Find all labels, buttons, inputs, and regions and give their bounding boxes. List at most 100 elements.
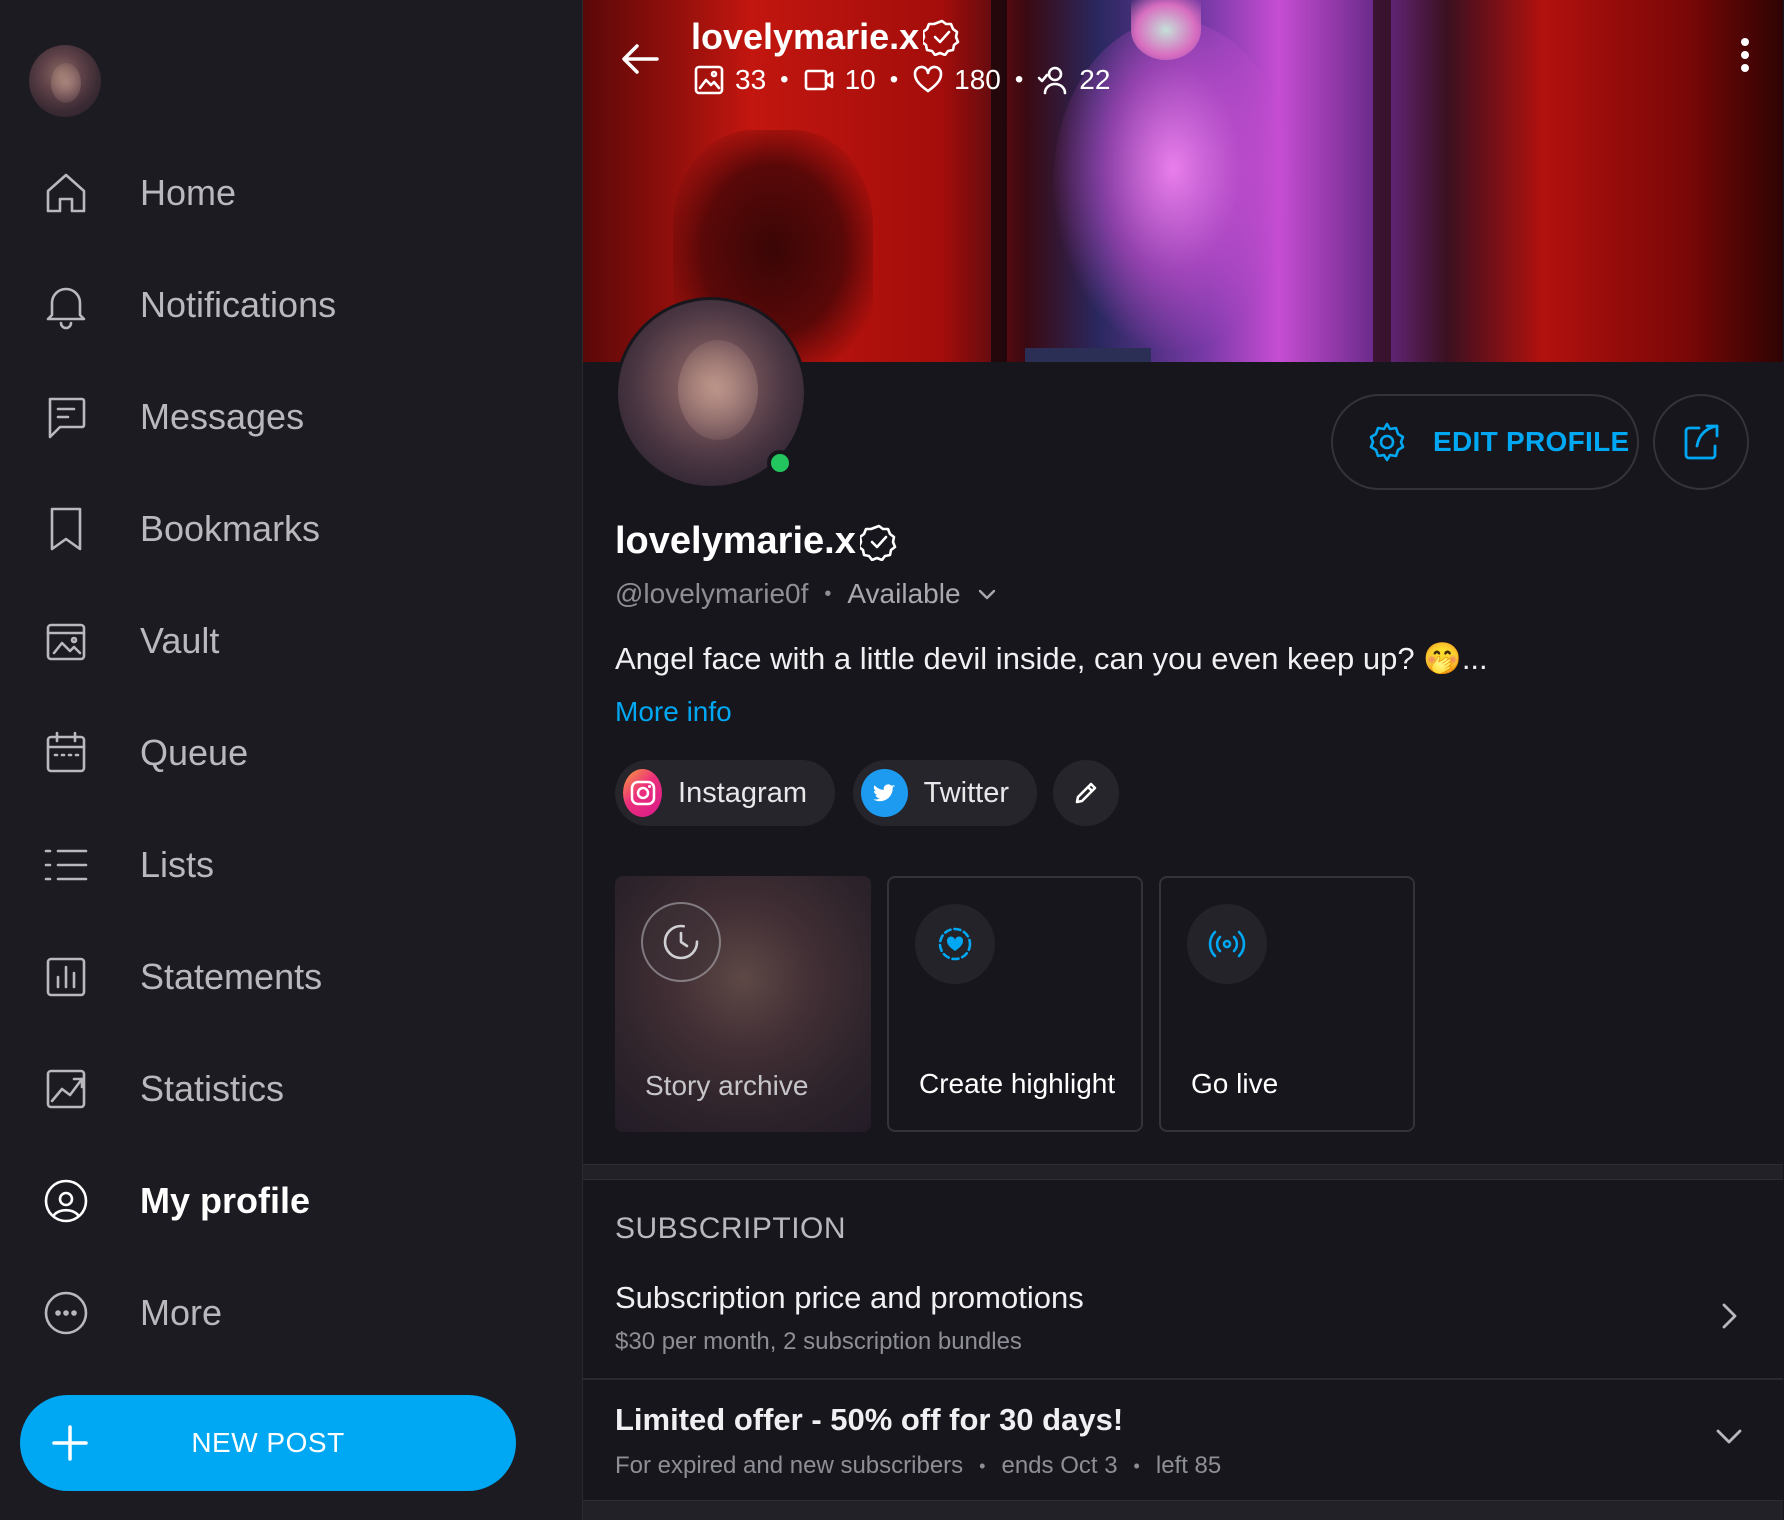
kebab-menu-icon[interactable]: [1737, 38, 1753, 78]
header-stats: 33 • 10 • 180 • 22: [693, 64, 1110, 96]
twitter-link[interactable]: Twitter: [853, 760, 1037, 826]
instagram-label: Instagram: [678, 776, 807, 809]
sidebar-item-label: Messages: [140, 396, 305, 437]
chevron-down-icon: [978, 589, 995, 600]
video-icon: [804, 69, 833, 91]
sidebar-avatar[interactable]: [29, 45, 101, 117]
sidebar-item-label: Home: [140, 172, 237, 213]
new-post-label: NEW POST: [191, 1427, 345, 1458]
section-divider: [583, 1164, 1783, 1180]
sidebar-item-label: Notifications: [140, 284, 337, 325]
sidebar-item-vault[interactable]: Vault: [0, 585, 582, 697]
calendar-icon: [40, 727, 92, 779]
sidebar-item-statistics[interactable]: Statistics: [0, 1033, 582, 1145]
verified-icon: [920, 18, 961, 57]
profile-bio: Angel face with a little devil inside, c…: [615, 641, 1488, 676]
likes-count: 180: [954, 64, 1001, 95]
profile-main: lovelymarie.x 33 • 10 • 180 • 22 EDIT PR…: [582, 0, 1784, 1520]
gear-icon: [1369, 422, 1405, 462]
profile-icon: [40, 1175, 92, 1227]
offer-remaining: left 85: [1155, 1452, 1222, 1479]
sidebar-item-label: My profile: [140, 1180, 311, 1221]
cover-image[interactable]: lovelymarie.x 33 • 10 • 180 • 22: [583, 0, 1783, 362]
offer-end-date: ends Oct 3: [1001, 1452, 1118, 1479]
sidebar-item-more[interactable]: More: [0, 1257, 582, 1369]
profile-meta: @lovelymarie0f • Available: [615, 578, 999, 610]
videos-stat: 10: [803, 64, 876, 96]
story-archive-card[interactable]: Story archive: [615, 876, 871, 1132]
subscription-price-row[interactable]: Subscription price and promotions $30 pe…: [583, 1270, 1783, 1378]
twitter-label: Twitter: [923, 776, 1009, 809]
fans-icon: [1037, 66, 1067, 95]
online-indicator: [767, 450, 793, 476]
share-icon: [1684, 424, 1719, 460]
list-icon: [40, 839, 92, 891]
bell-icon: [40, 279, 92, 331]
chevron-right-icon: [1713, 1300, 1745, 1332]
profile-handle: @lovelymarie0f: [615, 578, 809, 609]
pencil-icon: [1075, 782, 1097, 804]
sidebar-item-label: Statements: [140, 956, 323, 997]
sidebar-item-queue[interactable]: Queue: [0, 697, 582, 809]
section-divider: [583, 1500, 1783, 1520]
status-label: Available: [847, 578, 961, 609]
go-live-label: Go live: [1191, 1068, 1279, 1099]
profile-name: lovelymarie.x: [615, 520, 898, 563]
statements-icon: [40, 951, 92, 1003]
limited-offer-row[interactable]: Limited offer - 50% off for 30 days! For…: [583, 1380, 1783, 1496]
subscription-heading: SUBSCRIPTION: [615, 1212, 847, 1245]
back-arrow-icon[interactable]: [615, 34, 665, 84]
sidebar-item-bookmarks[interactable]: Bookmarks: [0, 473, 582, 585]
edit-profile-button[interactable]: EDIT PROFILE: [1331, 394, 1639, 490]
go-live-card[interactable]: Go live: [1159, 876, 1415, 1132]
home-icon: [40, 167, 92, 219]
sidebar-item-label: Statistics: [140, 1068, 285, 1109]
plus-icon: [50, 1423, 90, 1463]
vault-icon: [40, 615, 92, 667]
header-username: lovelymarie.x: [691, 16, 961, 58]
verified-icon: [857, 523, 898, 561]
photos-count: 33: [735, 64, 767, 95]
offer-audience: For expired and new subscribers: [615, 1452, 964, 1479]
profile-name-text: lovelymarie.x: [615, 520, 856, 562]
sidebar-item-home[interactable]: Home: [0, 137, 582, 249]
sidebar-item-lists[interactable]: Lists: [0, 809, 582, 921]
new-post-button[interactable]: NEW POST: [20, 1395, 516, 1491]
more-icon: [40, 1287, 92, 1339]
bookmark-icon: [40, 503, 92, 555]
sidebar-item-label: Vault: [140, 620, 220, 661]
likes-stat: 180: [912, 64, 1001, 96]
fans-count: 22: [1079, 64, 1111, 95]
more-info-link[interactable]: More info: [615, 696, 732, 728]
limited-offer-title: Limited offer - 50% off for 30 days!: [615, 1402, 1124, 1437]
edit-profile-label: EDIT PROFILE: [1433, 426, 1630, 457]
clock-history-icon: [641, 902, 721, 982]
header-username-text: lovelymarie.x: [691, 16, 920, 57]
sidebar-item-label: Lists: [140, 844, 215, 885]
sidebar-item-statements[interactable]: Statements: [0, 921, 582, 1033]
create-highlight-label: Create highlight: [919, 1068, 1116, 1099]
sidebar-item-notifications[interactable]: Notifications: [0, 249, 582, 361]
edit-socials-button[interactable]: [1053, 760, 1119, 826]
heart-icon: [913, 65, 943, 93]
subscription-price-title: Subscription price and promotions: [615, 1280, 1084, 1315]
instagram-icon: [623, 769, 663, 817]
photos-stat: 33: [693, 64, 766, 96]
story-archive-label: Story archive: [645, 1070, 809, 1101]
status-dropdown[interactable]: Available: [847, 578, 998, 610]
create-highlight-card[interactable]: Create highlight: [887, 876, 1143, 1132]
videos-count: 10: [844, 64, 876, 95]
sidebar-item-my-profile[interactable]: My profile: [0, 1145, 582, 1257]
chevron-down-icon: [1713, 1420, 1745, 1452]
instagram-link[interactable]: Instagram: [615, 760, 835, 826]
image-icon: [694, 65, 724, 95]
share-button[interactable]: [1653, 394, 1749, 490]
highlight-heart-icon: [915, 904, 995, 984]
sidebar-item-label: Queue: [140, 732, 249, 773]
sidebar-nav: Home Notifications Messages Bookmarks Va…: [0, 137, 582, 1369]
sidebar-item-messages[interactable]: Messages: [0, 361, 582, 473]
fans-stat: 22: [1037, 64, 1110, 96]
sidebar-item-label: More: [140, 1292, 223, 1333]
message-icon: [40, 391, 92, 443]
twitter-icon: [861, 769, 908, 817]
